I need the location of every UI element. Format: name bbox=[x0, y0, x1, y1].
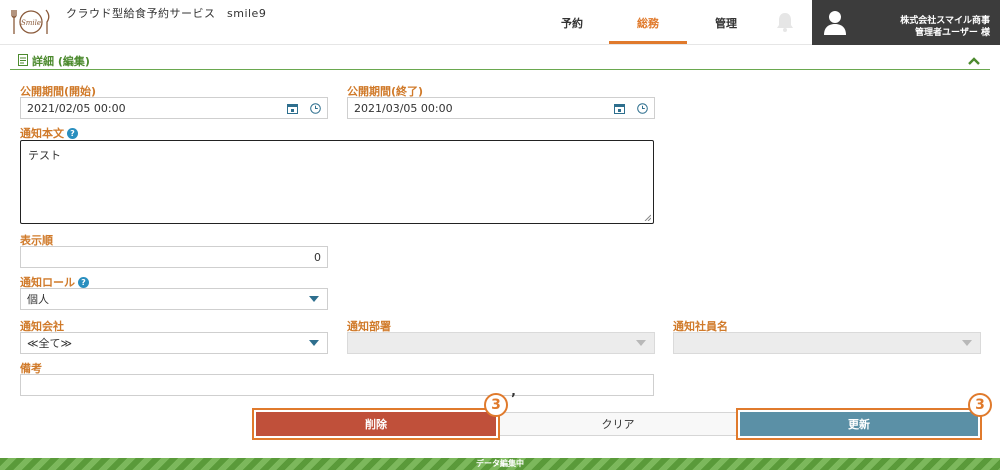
body-value: テスト bbox=[28, 149, 61, 162]
logo-text: Smile bbox=[21, 19, 41, 27]
status-text: データ編集中 bbox=[476, 459, 524, 468]
section-title: 詳細 (編集) bbox=[32, 55, 90, 68]
company-value: ≪全て≫ bbox=[27, 337, 73, 350]
end-date-value: 2021/03/05 00:00 bbox=[354, 101, 453, 115]
clear-button[interactable]: クリア bbox=[498, 412, 738, 436]
company-select[interactable]: ≪全て≫ bbox=[20, 332, 328, 354]
help-icon[interactable]: ? bbox=[78, 277, 89, 288]
calendar-icon[interactable] bbox=[287, 103, 298, 114]
start-date-value: 2021/02/05 00:00 bbox=[27, 101, 126, 115]
dropdown-arrow-icon bbox=[309, 296, 319, 302]
logo-icon[interactable]: Smile bbox=[8, 6, 54, 38]
delete-step-badge: 3 bbox=[484, 393, 508, 417]
order-value: 0 bbox=[314, 250, 321, 264]
role-select[interactable]: 個人 bbox=[20, 288, 328, 310]
tab-reservation[interactable]: 予約 bbox=[548, 0, 596, 45]
status-footer: データ編集中 bbox=[0, 458, 1000, 470]
department-select bbox=[347, 332, 655, 354]
clock-icon[interactable] bbox=[637, 102, 648, 114]
resize-handle-icon[interactable] bbox=[644, 214, 651, 221]
end-date-input[interactable]: 2021/03/05 00:00 bbox=[347, 97, 655, 119]
section-header: 詳細 (編集) bbox=[10, 52, 990, 70]
remarks-input[interactable] bbox=[20, 374, 654, 396]
calendar-icon[interactable] bbox=[614, 103, 625, 114]
user-panel[interactable]: 株式会社スマイル商事 管理者ユーザー 様 bbox=[812, 0, 1000, 45]
delete-step-mark: ’ bbox=[511, 392, 516, 407]
bell-icon[interactable] bbox=[774, 11, 796, 33]
user-name: 管理者ユーザー 様 bbox=[915, 28, 990, 38]
user-avatar-icon bbox=[824, 11, 846, 35]
order-input[interactable]: 0 bbox=[20, 246, 328, 268]
dropdown-arrow-icon bbox=[962, 340, 972, 346]
app-header: Smile クラウド型給食予約サービス smile9 予約 総務 管理 株式会社… bbox=[0, 0, 1000, 45]
chevron-up-icon[interactable] bbox=[968, 56, 980, 66]
update-step-badge: 3 bbox=[968, 393, 992, 417]
body-textarea[interactable]: テスト bbox=[20, 140, 654, 224]
role-value: 個人 bbox=[27, 293, 49, 306]
update-highlight bbox=[736, 408, 982, 440]
delete-highlight bbox=[252, 408, 500, 440]
tab-general-affairs[interactable]: 総務 bbox=[609, 0, 687, 45]
body-label-text: 通知本文 bbox=[20, 127, 64, 140]
dropdown-arrow-icon bbox=[309, 340, 319, 346]
dropdown-arrow-icon bbox=[636, 340, 646, 346]
start-date-input[interactable]: 2021/02/05 00:00 bbox=[20, 97, 328, 119]
tab-management[interactable]: 管理 bbox=[700, 0, 752, 45]
app-title: クラウド型給食予約サービス smile9 bbox=[66, 7, 267, 20]
document-icon bbox=[18, 54, 28, 66]
clock-icon[interactable] bbox=[310, 102, 321, 114]
body-label: 通知本文? bbox=[20, 125, 78, 141]
help-icon[interactable]: ? bbox=[67, 128, 78, 139]
employee-select bbox=[673, 332, 981, 354]
